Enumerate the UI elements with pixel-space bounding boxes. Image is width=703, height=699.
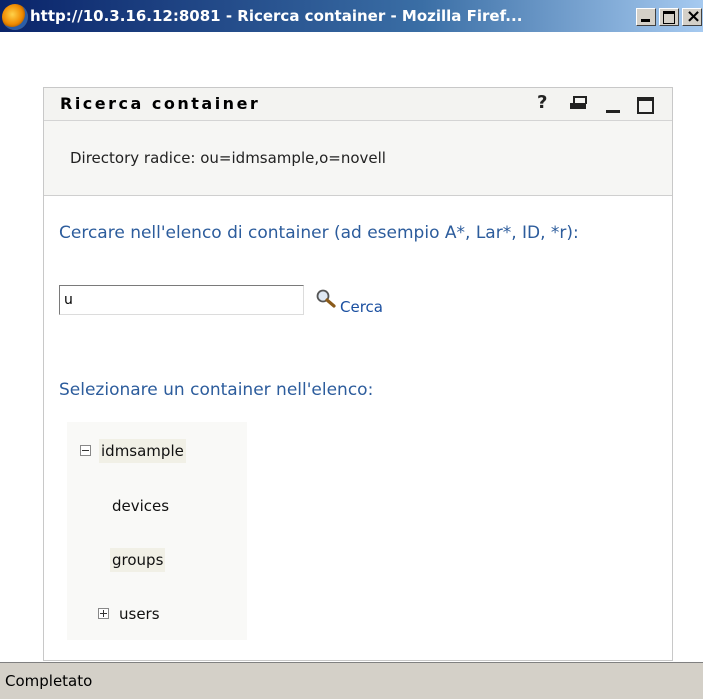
maximize-portlet-icon[interactable] (637, 97, 654, 114)
tree-node-idmsample[interactable]: idmsample (80, 439, 186, 463)
help-icon[interactable]: ? (537, 92, 547, 114)
container-tree: idmsample devices groups users (67, 422, 247, 640)
tree-node-label[interactable]: groups (110, 548, 166, 572)
minimize-portlet-icon[interactable] (606, 110, 620, 113)
status-text: Completato (5, 672, 93, 690)
search-input[interactable] (59, 285, 304, 315)
status-bar: Completato (0, 662, 703, 699)
tree-node-devices[interactable]: devices (110, 497, 171, 515)
container-search-portlet: Ricerca container ? Directory radice: ou… (43, 87, 673, 661)
search-prompt: Cercare nell'elenco di container (ad ese… (59, 223, 579, 243)
magnifier-icon[interactable] (315, 288, 337, 308)
print-icon[interactable] (570, 96, 588, 110)
window-title: http://10.3.16.12:8081 - Ricerca contain… (30, 7, 523, 25)
portlet-title: Ricerca container (60, 94, 261, 113)
firefox-icon (2, 4, 28, 30)
tree-node-label[interactable]: users (117, 602, 162, 626)
tree-node-users[interactable]: users (98, 605, 162, 623)
collapse-icon[interactable] (80, 445, 91, 456)
expand-icon[interactable] (98, 608, 109, 619)
tree-node-label[interactable]: idmsample (99, 439, 186, 463)
close-window-button[interactable] (682, 6, 702, 27)
window-titlebar: http://10.3.16.12:8081 - Ricerca contain… (0, 0, 703, 32)
tree-node-label[interactable]: devices (110, 494, 171, 518)
tree-node-groups[interactable]: groups (110, 548, 166, 572)
root-directory-band: Directory radice: ou=idmsample,o=novell (44, 121, 672, 196)
container-list-label: Selezionare un container nell'elenco: (59, 380, 374, 400)
search-button[interactable]: Cerca (340, 298, 383, 316)
minimize-window-button[interactable] (636, 8, 656, 26)
portlet-header: Ricerca container ? (44, 88, 672, 121)
root-directory-text: Directory radice: ou=idmsample,o=novell (70, 149, 386, 167)
maximize-window-button[interactable] (659, 8, 679, 26)
